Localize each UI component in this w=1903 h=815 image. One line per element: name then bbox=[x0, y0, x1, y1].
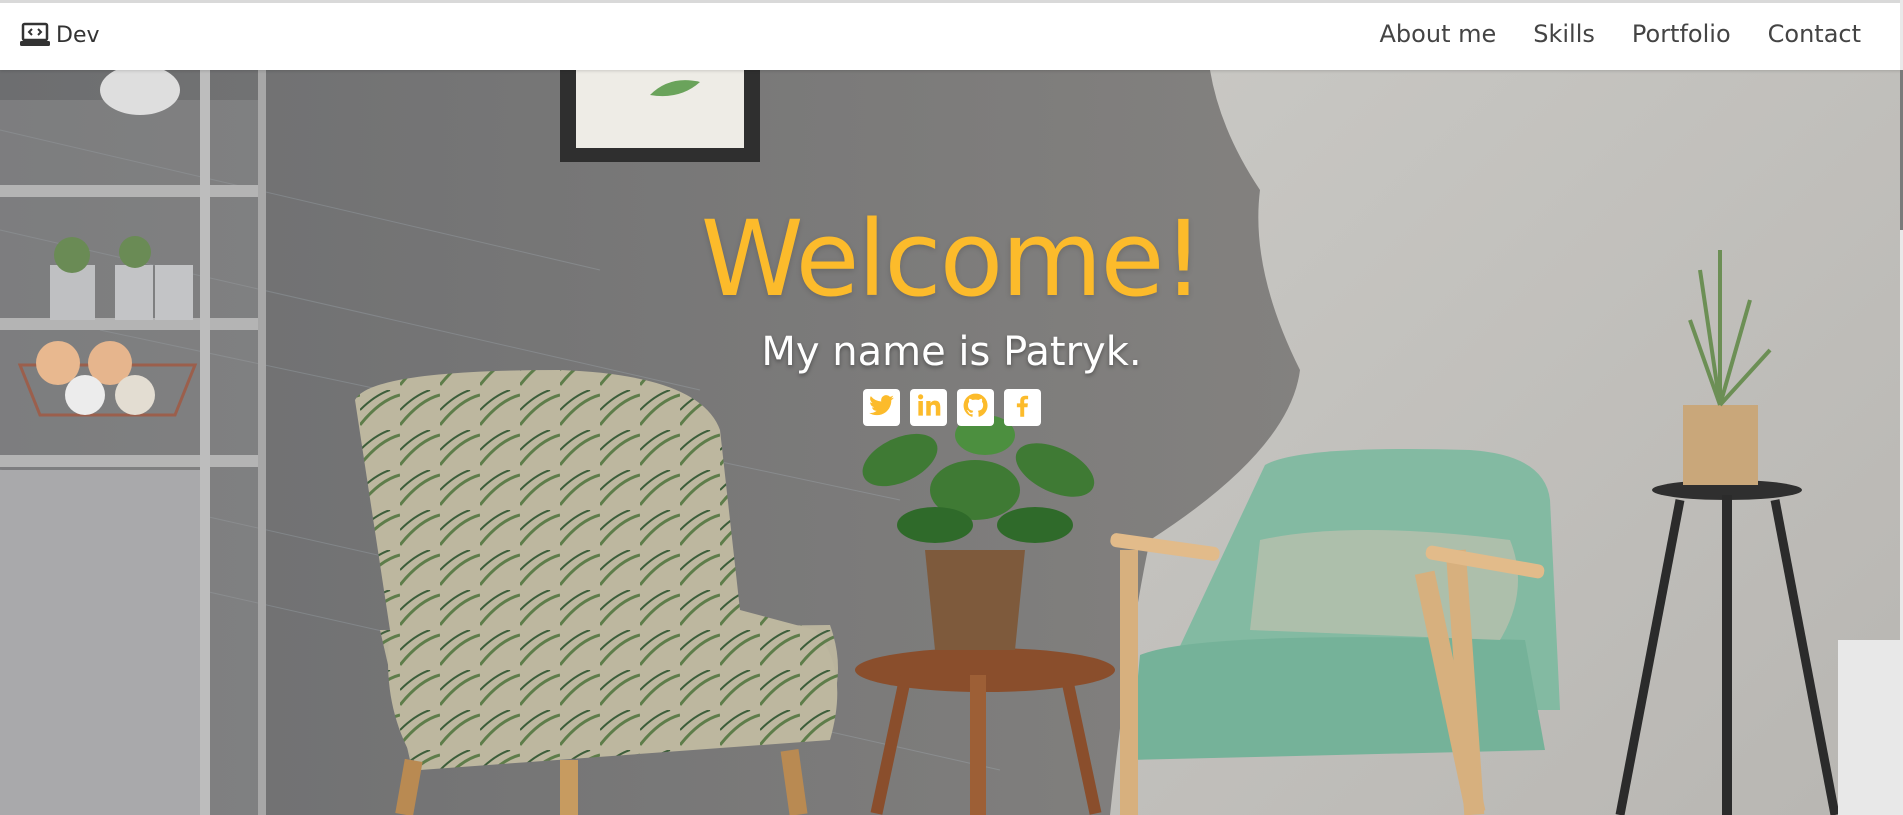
hero-title: Welcome! bbox=[700, 198, 1204, 320]
facebook-link[interactable] bbox=[1003, 389, 1041, 426]
hero-subtitle: My name is Patryk. bbox=[761, 329, 1142, 375]
hero-section: Welcome! My name is Patryk. bbox=[0, 70, 1903, 815]
twitter-icon bbox=[868, 392, 895, 423]
twitter-link[interactable] bbox=[862, 389, 900, 426]
github-icon bbox=[962, 392, 989, 423]
hero-background-image bbox=[0, 70, 1903, 815]
social-links bbox=[0, 389, 1903, 426]
nav-link-contact[interactable]: Contact bbox=[1768, 20, 1861, 48]
linkedin-link[interactable] bbox=[909, 389, 947, 426]
nav-link-skills[interactable]: Skills bbox=[1533, 20, 1595, 48]
brand-label: Dev bbox=[56, 22, 100, 48]
github-link[interactable] bbox=[956, 389, 994, 426]
navbar: Dev About me Skills Portfolio Contact bbox=[0, 0, 1903, 70]
nav-link-about-me[interactable]: About me bbox=[1380, 20, 1497, 48]
nav-links: About me Skills Portfolio Contact bbox=[1380, 20, 1861, 48]
facebook-icon bbox=[1009, 392, 1036, 423]
linkedin-icon bbox=[915, 392, 942, 423]
brand-link[interactable]: Dev bbox=[20, 22, 100, 48]
nav-link-portfolio[interactable]: Portfolio bbox=[1632, 20, 1731, 48]
laptop-code-icon bbox=[20, 22, 50, 48]
